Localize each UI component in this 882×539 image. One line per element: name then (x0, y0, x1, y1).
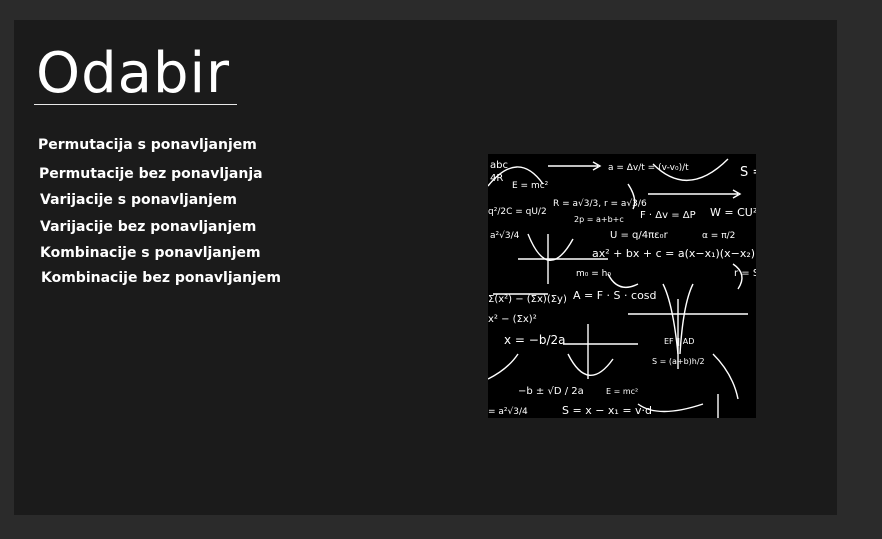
formula-15: Σ(x²) − (Σx)(Σy) (488, 294, 567, 305)
formula-17: x = −b/2a (504, 333, 566, 347)
formula-7: F · Δv = ΔP (640, 210, 696, 221)
menu-item-kombinacije-s-ponavljanjem[interactable]: Kombinacije s ponavljanjem (40, 244, 261, 262)
formula-20: −b ± √D / 2a (518, 386, 584, 397)
formula-12: α = π/2 (702, 231, 735, 241)
formula-16: x² − (Σx)² (488, 314, 537, 325)
formula-18: S = (a+b)h/2 (652, 357, 705, 366)
formula-5: q²/2C = qU/2 (488, 207, 547, 217)
formula-8: W = CU²/2 (710, 206, 756, 219)
formula-19: EF ∥ AD (664, 337, 694, 346)
menu-item-permutacija-s-ponavljanjem[interactable]: Permutacija s ponavljanjem (38, 136, 257, 154)
formula-2: E = mc² (512, 181, 549, 191)
formula-1: 4R (490, 173, 503, 184)
formula-25: r = S (734, 268, 756, 279)
math-formulas-drawing: abc 4R E = mc² a = Δv/t = (v-v₀)/t S = q… (488, 158, 756, 418)
formula-23: = a²√3/4 (488, 406, 528, 417)
formula-4: S = (740, 165, 756, 180)
formula-24: m₀ = h₀ (576, 269, 611, 279)
formula-13: ax² + bx + c = a(x−x₁)(x−x₂) (592, 247, 755, 260)
formula-11: U = q/4πε₀r (610, 230, 669, 241)
chalk-formulas: abc 4R E = mc² a = Δv/t = (v-v₀)/t S = q… (488, 160, 756, 417)
menu-item-varijacije-s-ponavljanjem[interactable]: Varijacije s ponavljanjem (40, 191, 237, 209)
formula-14: A = F · S · cosd (573, 289, 657, 302)
menu-item-kombinacije-bez-ponavljanjem[interactable]: Kombinacije bez ponavljanjem (41, 269, 281, 287)
menu-item-permutacije-bez-ponavljanja[interactable]: Permutacije bez ponavljanja (39, 165, 263, 183)
formula-3: a = Δv/t = (v-v₀)/t (608, 163, 689, 173)
formula-0: abc (490, 160, 508, 171)
formula-6: R = a√3/3, r = a√3/6 (553, 198, 647, 209)
formula-10: 2p = a+b+c (574, 215, 624, 224)
slide: Odabir Permutacija s ponavljanjem Permut… (14, 20, 837, 515)
menu-item-varijacije-bez-ponavljanjem[interactable]: Varijacije bez ponavljanjem (40, 218, 256, 236)
slide-title: Odabir (36, 41, 231, 106)
formula-22: S = x − x₁ = v·d (562, 404, 652, 417)
formula-21: E = mc² (606, 387, 638, 396)
math-formulas-image: abc 4R E = mc² a = Δv/t = (v-v₀)/t S = q… (488, 154, 756, 418)
title-underline (34, 104, 237, 105)
formula-9: a²√3/4 (490, 230, 520, 241)
